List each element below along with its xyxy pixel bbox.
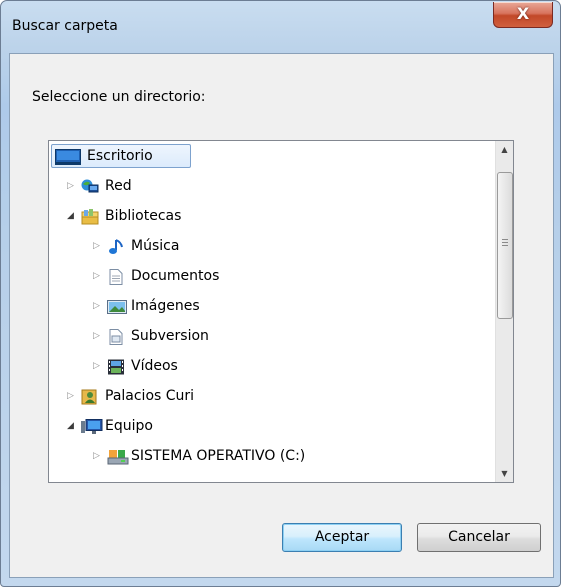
music-icon (107, 238, 125, 254)
tree-item-label: Palacios Curi (105, 388, 195, 404)
dialog-body: Seleccione un directorio: ▲ ▼ Escritorio… (9, 53, 554, 578)
tree-item-label: Subversion (131, 328, 209, 344)
window-title: Buscar carpeta (12, 18, 118, 34)
tree-item[interactable]: ◢ Equipo (49, 413, 489, 439)
collapsed-arrow-icon[interactable]: ▷ (67, 173, 77, 199)
tree-item-label: SISTEMA OPERATIVO (C:) (131, 448, 306, 464)
tree-item-label: Documentos (131, 268, 220, 284)
thumb-grip (502, 239, 508, 240)
scroll-up-button[interactable]: ▲ (496, 141, 513, 158)
close-icon: X (516, 4, 530, 23)
tree-item[interactable]: ▷ Palacios Curi (49, 383, 489, 409)
libraries-icon (81, 208, 99, 225)
user-folder-icon (81, 388, 99, 405)
folder-tree[interactable]: ▲ ▼ Escritorio ▷ Red ◢ Bibliotecas ▷ Música ▷ Do… (48, 140, 514, 483)
thumb-grip (502, 242, 508, 243)
tree-item-label: Vídeos (131, 358, 178, 374)
network-icon (81, 178, 99, 194)
title-bar[interactable]: Buscar carpeta X (1, 1, 560, 53)
scroll-down-button[interactable]: ▼ (496, 465, 513, 482)
tree-item[interactable]: ▷ Red (49, 173, 489, 199)
documents-icon (107, 268, 125, 285)
tree-item[interactable]: ◢ Bibliotecas (49, 203, 489, 229)
desktop-icon (55, 148, 81, 165)
collapsed-arrow-icon[interactable]: ▷ (93, 353, 103, 379)
tree-item[interactable]: Escritorio (49, 143, 489, 169)
tree-item-label: Imágenes (131, 298, 200, 314)
collapsed-arrow-icon[interactable]: ▷ (93, 233, 103, 259)
videos-icon (107, 358, 125, 375)
tree-item[interactable]: ▷ Imágenes (49, 293, 489, 319)
tree-item-label: Música (131, 238, 180, 254)
collapsed-arrow-icon[interactable]: ▷ (67, 383, 77, 409)
scroll-thumb[interactable] (497, 172, 513, 319)
tree-item-label: Bibliotecas (105, 208, 182, 224)
accept-button[interactable]: Aceptar (282, 523, 402, 552)
drive-icon (107, 448, 129, 465)
expanded-arrow-icon[interactable]: ◢ (67, 203, 77, 229)
tree-item[interactable]: ▷ Vídeos (49, 353, 489, 379)
tree-item-label: Escritorio (87, 148, 153, 164)
collapsed-arrow-icon[interactable]: ▷ (93, 323, 103, 349)
tree-item[interactable]: ▷ Documentos (49, 263, 489, 289)
thumb-grip (502, 245, 508, 246)
pictures-icon (107, 298, 127, 314)
collapsed-arrow-icon[interactable]: ▷ (93, 263, 103, 289)
collapsed-arrow-icon[interactable]: ▷ (93, 293, 103, 319)
tree-item-label: Equipo (105, 418, 153, 434)
expanded-arrow-icon[interactable]: ◢ (67, 413, 77, 439)
prompt-label: Seleccione un directorio: (32, 89, 206, 105)
tree-item[interactable]: ▷ Subversion (49, 323, 489, 349)
computer-icon (81, 418, 103, 434)
collapsed-arrow-icon[interactable]: ▷ (93, 443, 103, 469)
tree-item[interactable]: ▷ SISTEMA OPERATIVO (C:) (49, 443, 489, 469)
tree-item[interactable]: ▷ Música (49, 233, 489, 259)
dialog-window: Buscar carpeta X Seleccione un directori… (0, 0, 561, 587)
tree-item-label: Red (105, 178, 132, 194)
close-button[interactable]: X (493, 2, 553, 28)
cancel-button[interactable]: Cancelar (417, 523, 541, 552)
library-folder-icon (107, 328, 125, 345)
vertical-scrollbar[interactable]: ▲ ▼ (495, 141, 513, 482)
